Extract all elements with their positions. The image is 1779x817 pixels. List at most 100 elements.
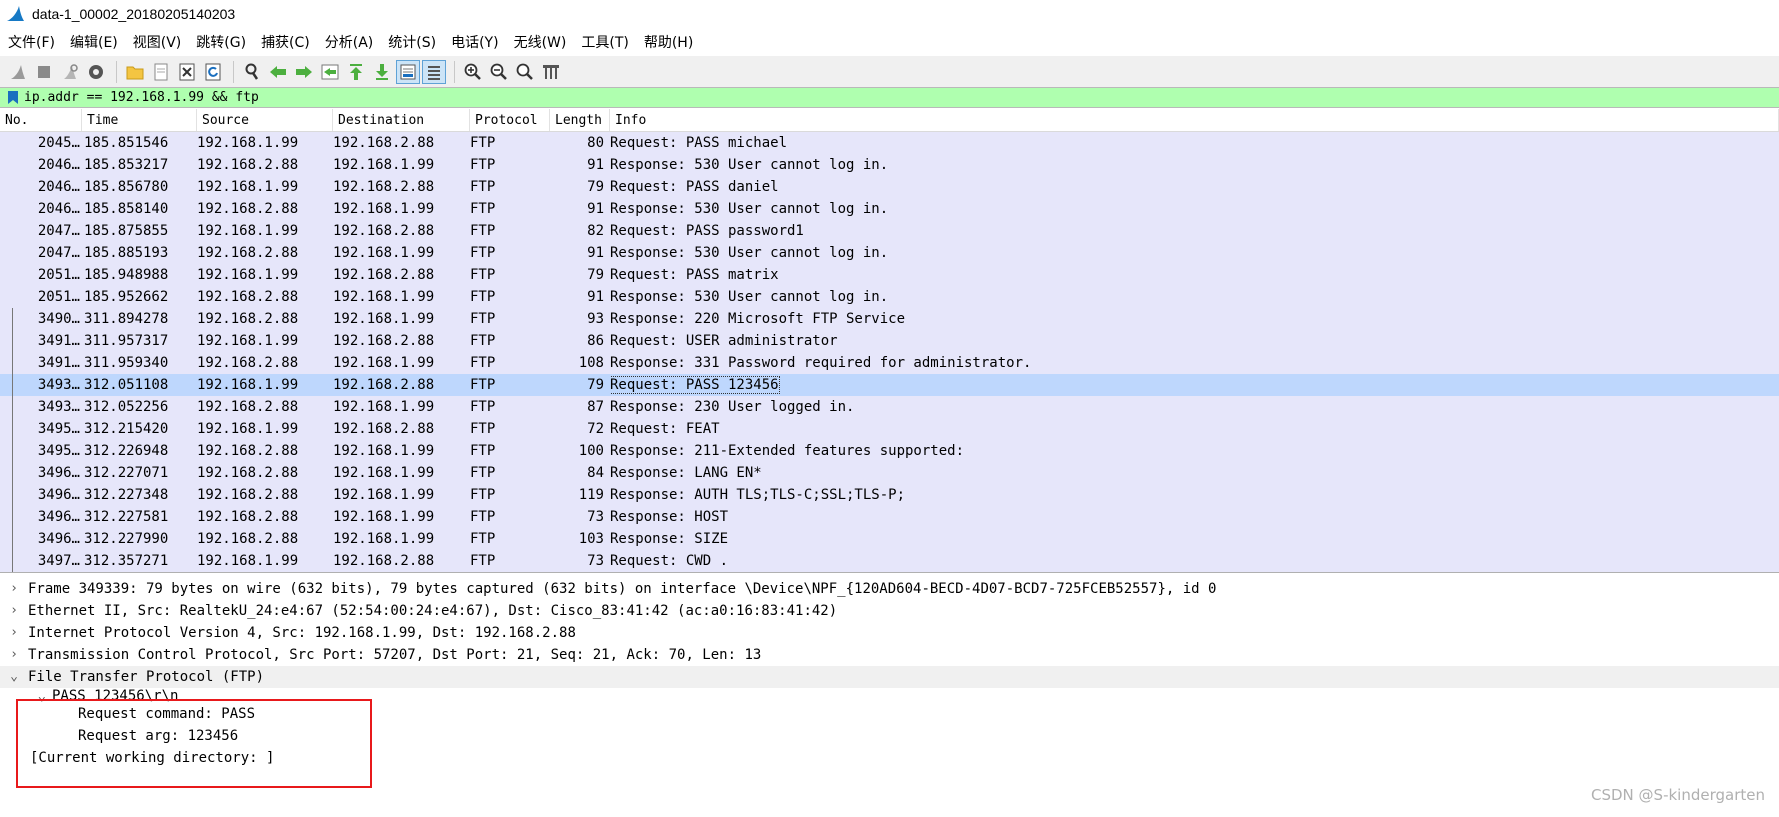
packet-no: 3495… bbox=[0, 440, 82, 462]
close-file-icon[interactable] bbox=[175, 60, 199, 84]
packet-source: 192.168.2.88 bbox=[197, 355, 299, 371]
packet-row[interactable]: 3490… 311.894278 192.168.2.88 192.168.1.99 F… bbox=[0, 308, 1779, 330]
menu-file[interactable]: 文件(F) bbox=[8, 32, 55, 52]
packet-time: 185.948988 bbox=[84, 267, 169, 283]
find-packet-icon[interactable] bbox=[240, 60, 264, 84]
go-back-icon[interactable] bbox=[266, 60, 290, 84]
packet-info: Response: 530 User cannot log in. bbox=[610, 154, 1779, 176]
packet-row[interactable]: 2045… 185.851546 192.168.1.99 192.168.2.88 F… bbox=[0, 132, 1779, 154]
menu-help[interactable]: 帮助(H) bbox=[644, 32, 693, 52]
normal-size-icon[interactable] bbox=[513, 60, 537, 84]
detail-ftp[interactable]: ⌄ File Transfer Protocol (FTP) bbox=[0, 666, 1779, 688]
packet-row[interactable]: 3491… 311.957317 192.168.1.99 192.168.2.88 F… bbox=[0, 330, 1779, 352]
first-packet-icon[interactable] bbox=[344, 60, 368, 84]
menu-statistics[interactable]: 统计(S) bbox=[388, 32, 436, 52]
packet-no: 3491… bbox=[0, 330, 82, 352]
colorize-icon[interactable] bbox=[422, 59, 446, 84]
menu-edit[interactable]: 编辑(E) bbox=[70, 32, 118, 52]
packet-time: 311.957317 bbox=[84, 333, 169, 349]
menu-capture[interactable]: 捕获(C) bbox=[261, 32, 310, 52]
packet-row[interactable]: 3496… 312.227071 192.168.2.88 192.168.1.99 F… bbox=[0, 462, 1779, 484]
collapse-arrow-icon[interactable]: ⌄ bbox=[0, 666, 28, 688]
packet-destination: 192.168.2.88 bbox=[333, 421, 435, 437]
packet-info-text: Response: HOST bbox=[610, 509, 729, 525]
packet-info-text: Request: PASS 123456 bbox=[610, 376, 780, 394]
packet-destination: 192.168.2.88 bbox=[333, 179, 435, 195]
open-file-icon[interactable] bbox=[123, 60, 147, 84]
packet-length: 119 bbox=[578, 487, 604, 503]
start-capture-icon[interactable] bbox=[6, 60, 30, 84]
resize-columns-icon[interactable] bbox=[539, 60, 563, 84]
packet-protocol: FTP bbox=[470, 509, 496, 525]
packet-info-text: Request: PASS matrix bbox=[610, 267, 779, 283]
expand-arrow-icon[interactable]: › bbox=[0, 622, 28, 644]
packet-row[interactable]: 3496… 312.227348 192.168.2.88 192.168.1.99 F… bbox=[0, 484, 1779, 506]
packet-row[interactable]: 3491… 311.959340 192.168.2.88 192.168.1.99 F… bbox=[0, 352, 1779, 374]
packet-row[interactable]: 3496… 312.227990 192.168.2.88 192.168.1.99 F… bbox=[0, 528, 1779, 550]
save-file-icon[interactable] bbox=[149, 60, 173, 84]
go-to-packet-icon[interactable] bbox=[318, 60, 342, 84]
detail-ethernet[interactable]: › Ethernet II, Src: RealtekU_24:e4:67 (5… bbox=[0, 600, 1779, 622]
packet-info: Response: 530 User cannot log in. bbox=[610, 198, 1779, 220]
zoom-out-icon[interactable] bbox=[487, 60, 511, 84]
detail-frame[interactable]: › Frame 349339: 79 bytes on wire (632 bi… bbox=[0, 578, 1779, 600]
zoom-in-icon[interactable] bbox=[461, 60, 485, 84]
column-header-info[interactable]: Info bbox=[610, 109, 1779, 131]
packet-row[interactable]: 2046… 185.858140 192.168.2.88 192.168.1.99 F… bbox=[0, 198, 1779, 220]
packet-row[interactable]: 2047… 185.875855 192.168.1.99 192.168.2.88 F… bbox=[0, 220, 1779, 242]
column-header-protocol[interactable]: Protocol bbox=[470, 109, 550, 131]
packet-info: Response: AUTH TLS;TLS-C;SSL;TLS-P; bbox=[610, 484, 1779, 506]
packet-row[interactable]: 3495… 312.215420 192.168.1.99 192.168.2.88 F… bbox=[0, 418, 1779, 440]
packet-no: 3493… bbox=[0, 374, 82, 396]
packet-destination: 192.168.1.99 bbox=[333, 245, 435, 261]
column-header-no[interactable]: No. bbox=[0, 109, 82, 131]
packet-time: 312.051108 bbox=[84, 377, 169, 393]
menu-go[interactable]: 跳转(G) bbox=[196, 32, 246, 52]
column-header-source[interactable]: Source bbox=[197, 109, 333, 131]
menu-view[interactable]: 视图(V) bbox=[133, 32, 182, 52]
conversation-line bbox=[12, 440, 13, 462]
packet-info-text: Response: 530 User cannot log in. bbox=[610, 157, 889, 173]
conversation-line bbox=[12, 462, 13, 484]
packet-no: 2045… bbox=[37, 135, 80, 151]
packet-row[interactable]: 3496… 312.227581 192.168.2.88 192.168.1.99 F… bbox=[0, 506, 1779, 528]
expand-arrow-icon[interactable]: › bbox=[0, 578, 28, 600]
column-header-destination[interactable]: Destination bbox=[333, 109, 470, 131]
column-header-time[interactable]: Time bbox=[82, 109, 197, 131]
expand-arrow-icon[interactable]: › bbox=[0, 644, 28, 666]
packet-row[interactable]: 2047… 185.885193 192.168.2.88 192.168.1.99 F… bbox=[0, 242, 1779, 264]
packet-row[interactable]: 3493… 312.051108 192.168.1.99 192.168.2.88 F… bbox=[0, 374, 1779, 396]
restart-capture-icon[interactable] bbox=[58, 60, 82, 84]
display-filter-bar[interactable]: ip.addr == 192.168.1.99 && ftp bbox=[0, 87, 1779, 108]
packet-no: 3496… bbox=[0, 528, 82, 550]
detail-ip[interactable]: › Internet Protocol Version 4, Src: 192.… bbox=[0, 622, 1779, 644]
packet-row[interactable]: 3493… 312.052256 192.168.2.88 192.168.1.99 F… bbox=[0, 396, 1779, 418]
packet-time: 312.227071 bbox=[84, 465, 169, 481]
packet-no: 3496… bbox=[0, 506, 82, 528]
menu-telephony[interactable]: 电话(Y) bbox=[451, 32, 498, 52]
display-filter-input[interactable]: ip.addr == 192.168.1.99 && ftp bbox=[24, 90, 259, 105]
packet-destination: 192.168.2.88 bbox=[333, 267, 435, 283]
packet-row[interactable]: 3495… 312.226948 192.168.2.88 192.168.1.99 F… bbox=[0, 440, 1779, 462]
packet-row[interactable]: 2051… 185.952662 192.168.2.88 192.168.1.99 F… bbox=[0, 286, 1779, 308]
auto-scroll-icon[interactable] bbox=[396, 59, 420, 84]
go-forward-icon[interactable] bbox=[292, 60, 316, 84]
packet-no: 2046… bbox=[37, 201, 80, 217]
menu-wireless[interactable]: 无线(W) bbox=[514, 32, 567, 52]
menu-tools[interactable]: 工具(T) bbox=[581, 32, 628, 52]
column-header-length[interactable]: Length bbox=[550, 109, 610, 131]
packet-info: Request: PASS michael bbox=[610, 132, 1779, 154]
packet-row[interactable]: 2046… 185.856780 192.168.1.99 192.168.2.88 F… bbox=[0, 176, 1779, 198]
last-packet-icon[interactable] bbox=[370, 60, 394, 84]
packet-list-pane[interactable]: No. Time Source Destination Protocol Len… bbox=[0, 109, 1779, 573]
reload-file-icon[interactable] bbox=[201, 60, 225, 84]
expand-arrow-icon[interactable]: › bbox=[0, 600, 28, 622]
bookmark-icon[interactable] bbox=[6, 90, 20, 105]
capture-options-icon[interactable] bbox=[84, 60, 108, 84]
packet-row[interactable]: 3497… 312.357271 192.168.1.99 192.168.2.88 F… bbox=[0, 550, 1779, 572]
packet-row[interactable]: 2046… 185.853217 192.168.2.88 192.168.1.99 F… bbox=[0, 154, 1779, 176]
detail-tcp[interactable]: › Transmission Control Protocol, Src Por… bbox=[0, 644, 1779, 666]
packet-row[interactable]: 2051… 185.948988 192.168.1.99 192.168.2.88 F… bbox=[0, 264, 1779, 286]
stop-capture-icon[interactable] bbox=[32, 60, 56, 84]
menu-analyze[interactable]: 分析(A) bbox=[325, 32, 374, 52]
